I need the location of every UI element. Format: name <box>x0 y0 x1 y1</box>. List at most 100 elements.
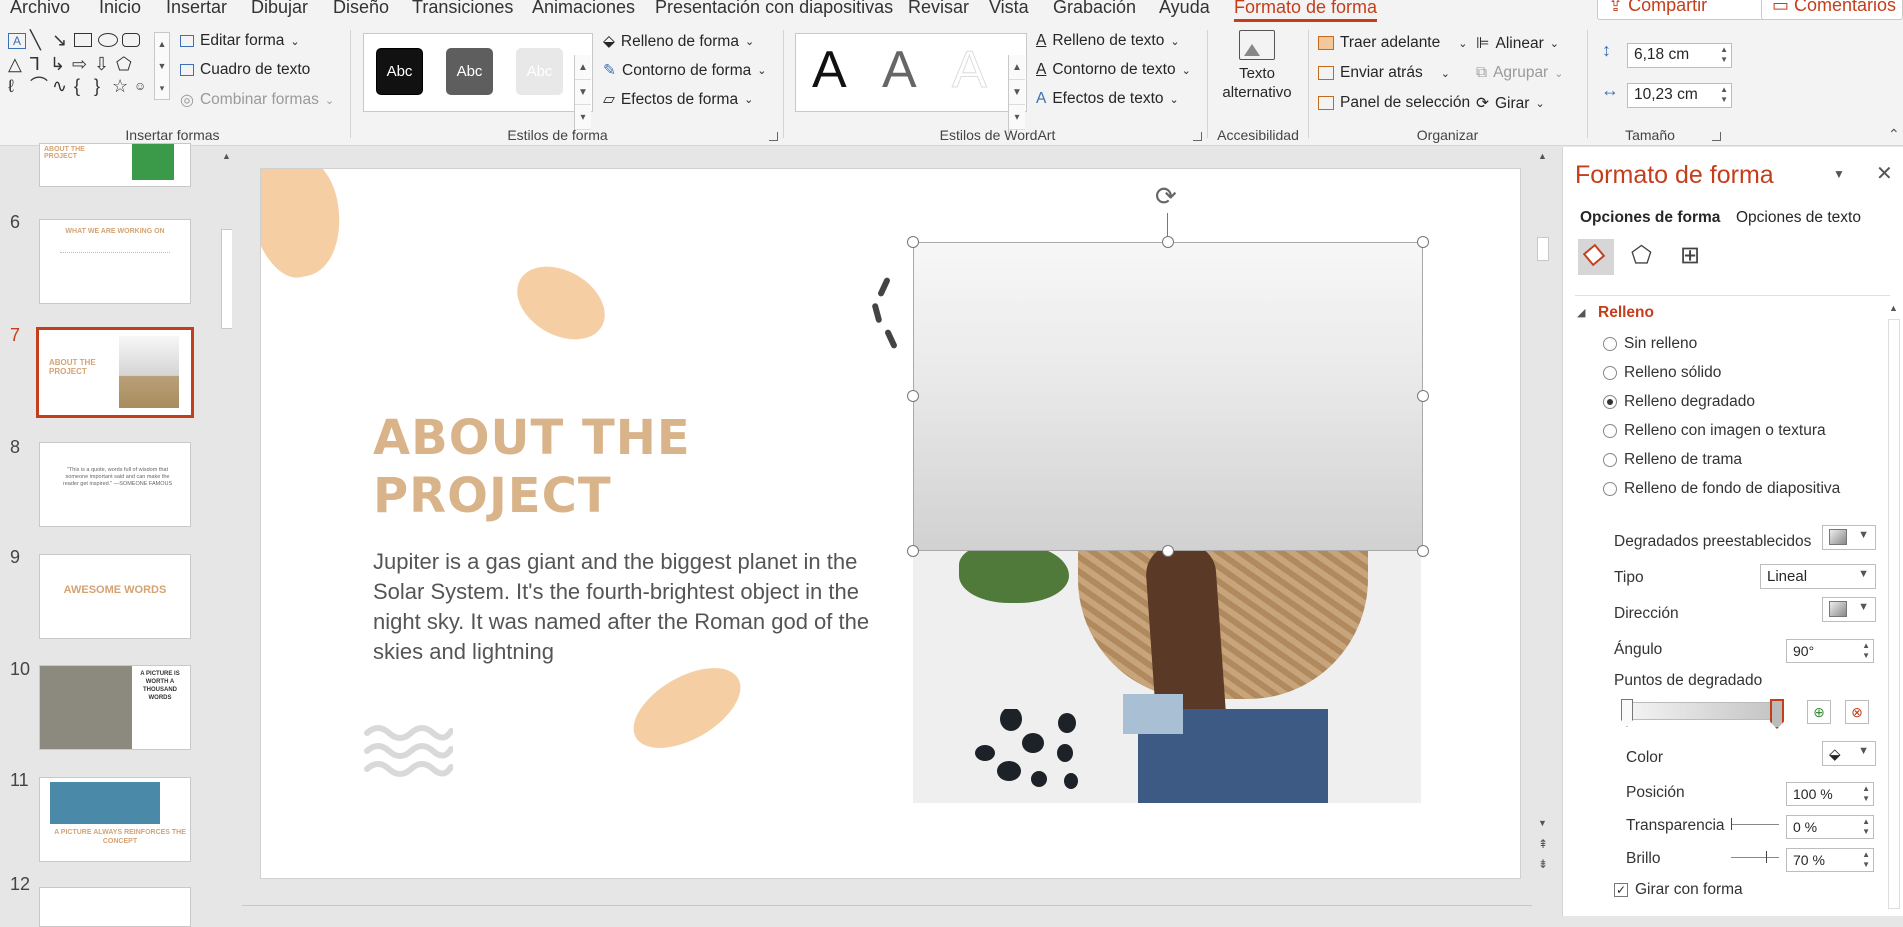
next-slide-icon[interactable]: ⇟ <box>1538 857 1548 871</box>
resize-handle-bottom-right[interactable] <box>1417 545 1429 557</box>
slide-body-text[interactable]: Jupiter is a gas giant and the biggest p… <box>373 547 883 667</box>
collapse-ribbon-icon[interactable]: ⌃ <box>1888 126 1900 143</box>
radio-background-fill[interactable] <box>1603 482 1617 496</box>
close-icon[interactable]: ✕ <box>1876 161 1893 186</box>
rotate-button[interactable]: ⟳ Girar ⌄ <box>1476 94 1545 113</box>
tab-animaciones[interactable]: Animaciones <box>532 0 635 18</box>
tab-formato-de-forma[interactable]: Formato de forma <box>1234 0 1378 22</box>
selected-gradient-rectangle[interactable] <box>913 242 1423 551</box>
rounded-rectangle-shape-icon[interactable] <box>122 33 140 47</box>
collapse-section-icon[interactable]: ◢ <box>1577 306 1585 319</box>
position-field[interactable]: 100 % ▲ ▼ <box>1786 782 1874 806</box>
wordart-scroll[interactable]: ▲ ▼ ▾ <box>1008 55 1025 134</box>
triangle-shape-icon[interactable]: △ <box>8 55 22 73</box>
tab-ayuda[interactable]: Ayuda <box>1159 0 1210 18</box>
tab-shape-options[interactable]: Opciones de forma <box>1580 209 1720 227</box>
oval-shape-icon[interactable] <box>98 33 118 47</box>
angle-field[interactable]: 90° ▲ ▼ <box>1786 639 1874 663</box>
flowchart-shape-icon[interactable]: ⬠ <box>116 55 132 73</box>
scroll-up-icon[interactable]: ▲ <box>1538 151 1547 161</box>
slide-thumbnail-11[interactable]: A PICTURE ALWAYS REINFORCES THE CONCEPT <box>39 777 191 862</box>
gradient-stops-bar[interactable] <box>1626 702 1776 720</box>
radio-picture-fill[interactable] <box>1603 424 1617 438</box>
scroll-up-icon[interactable]: ▲ <box>575 55 591 80</box>
line-shape-icon[interactable]: ╲ <box>30 31 41 49</box>
transparency-slider[interactable] <box>1731 824 1779 825</box>
shape-fill-button[interactable]: ⬙ Relleno de forma ⌄ <box>603 32 754 51</box>
slide-thumbnail-12[interactable] <box>39 887 191 927</box>
radio-solid-fill[interactable] <box>1603 366 1617 380</box>
wordart-style-black[interactable]: A <box>812 40 847 100</box>
shape-outline-button[interactable]: ✎ Contorno de forma ⌄ <box>603 61 766 80</box>
spinner-icon[interactable]: ▲ ▼ <box>1862 850 1870 870</box>
resize-handle-top[interactable] <box>1162 236 1174 248</box>
brightness-slider[interactable] <box>1731 857 1779 858</box>
brightness-slider-thumb[interactable] <box>1766 851 1767 863</box>
scrollbar-thumb[interactable] <box>1888 319 1900 909</box>
scrollbar-thumb[interactable] <box>1537 237 1549 261</box>
slide-thumbnail-7[interactable]: ABOUT THE PROJECT <box>36 327 194 418</box>
resize-handle-top-right[interactable] <box>1417 236 1429 248</box>
text-box-shape-icon[interactable]: A <box>8 33 26 49</box>
resize-handle-left[interactable] <box>907 390 919 402</box>
format-pane-scrollbar[interactable]: ▲ <box>1885 303 1903 916</box>
scroll-up-icon[interactable]: ▲ <box>1009 55 1025 80</box>
slide-thumbnail-5[interactable]: ABOUT THE PROJECT <box>39 143 191 187</box>
transparency-field[interactable]: 0 % ▲ ▼ <box>1786 815 1874 839</box>
selection-pane-button[interactable]: Panel de selección <box>1318 94 1470 112</box>
slide-7[interactable]: ABOUT THE PROJECT Jupiter is a gas giant… <box>260 168 1521 879</box>
shape-styles-dialog-launcher[interactable] <box>769 132 778 141</box>
spinner-icon[interactable]: ▲ ▼ <box>1720 45 1728 65</box>
spinner-icon[interactable]: ▲ ▼ <box>1720 85 1728 105</box>
shape-effects-button[interactable]: ▱ Efectos de forma ⌄ <box>603 90 753 109</box>
previous-slide-icon[interactable]: ⇞ <box>1538 837 1548 851</box>
shape-style-gray[interactable]: Abc <box>446 48 493 95</box>
group-button[interactable]: ⧉ Agrupar ⌄ <box>1476 64 1563 82</box>
right-arrow-shape-icon[interactable]: ⇨ <box>72 55 87 73</box>
tab-insertar[interactable]: Insertar <box>166 0 227 18</box>
shape-style-dark[interactable]: Abc <box>376 48 423 95</box>
rotate-handle-icon[interactable]: ⟳ <box>1155 183 1177 209</box>
curve-shape-icon[interactable]: ∿ <box>52 77 67 95</box>
merge-shapes-button[interactable]: ◎ Combinar formas ⌄ <box>180 90 334 110</box>
text-box-button[interactable]: Cuadro de texto <box>180 61 310 79</box>
spinner-icon[interactable]: ▲ ▼ <box>1862 817 1870 837</box>
slide-title[interactable]: ABOUT THE PROJECT <box>373 409 793 525</box>
text-outline-button[interactable]: A Contorno de texto ⌄ <box>1036 61 1191 79</box>
scroll-down-icon[interactable]: ▼ <box>1538 818 1547 828</box>
shapes-gallery[interactable]: A ╲ ↘ △ ⅂ ↳ ⇨ ⇩ ⬠ ℓ ⌒ ∿ { } ☆ ☺ <box>6 31 152 99</box>
resize-handle-top-left[interactable] <box>907 236 919 248</box>
tab-inicio[interactable]: Inicio <box>99 0 141 18</box>
resize-handle-right[interactable] <box>1417 390 1429 402</box>
size-dialog-launcher[interactable] <box>1712 132 1721 141</box>
radio-pattern-fill[interactable] <box>1603 453 1617 467</box>
rectangle-shape-icon[interactable] <box>74 33 92 47</box>
pane-options-chevron-icon[interactable]: ▼ <box>1833 167 1845 181</box>
comments-button[interactable]: ▭ Comentarios <box>1761 0 1903 20</box>
wordart-dialog-launcher[interactable] <box>1193 132 1202 141</box>
text-fill-button[interactable]: A Relleno de texto ⌄ <box>1036 32 1180 50</box>
resize-handle-bottom[interactable] <box>1162 545 1174 557</box>
share-button[interactable]: ⇪ Compartir <box>1597 0 1767 20</box>
tab-text-options[interactable]: Opciones de texto <box>1736 209 1861 227</box>
slide-thumbnail-6[interactable]: WHAT WE ARE WORKING ON <box>39 219 191 304</box>
shape-width-field[interactable]: 10,23 cm ▲ ▼ <box>1627 83 1732 108</box>
tab-diseno[interactable]: Diseño <box>333 0 389 18</box>
elbow-connector-shape-icon[interactable]: ⅂ <box>30 55 40 73</box>
gradient-type-dropdown[interactable]: Lineal ▼ <box>1760 564 1876 589</box>
send-backward-button[interactable]: Enviar atrás ⌄ <box>1318 64 1450 82</box>
right-brace-shape-icon[interactable]: } <box>94 77 100 95</box>
gradient-stop-0[interactable] <box>1621 699 1633 727</box>
brightness-field[interactable]: 70 % ▲ ▼ <box>1786 848 1874 872</box>
size-properties-icon[interactable]: ⊞ <box>1680 243 1700 269</box>
rotate-with-shape-checkbox[interactable]: ✓ <box>1614 883 1628 897</box>
gradient-stop-1-selected[interactable] <box>1770 699 1784 729</box>
shape-style-light[interactable]: Abc <box>516 48 563 95</box>
resize-handle-bottom-left[interactable] <box>907 545 919 557</box>
slide-thumbnail-9[interactable]: AWESOME WORDS <box>39 554 191 639</box>
scroll-down-icon[interactable]: ▼ <box>1009 80 1025 105</box>
align-button[interactable]: ⊫ Alinear ⌄ <box>1476 34 1559 53</box>
shapes-gallery-scroll[interactable]: ▲ ▼ ▾ <box>154 32 170 100</box>
scroll-up-icon[interactable]: ▲ <box>1889 303 1898 313</box>
wordart-style-gray[interactable]: A <box>882 40 917 100</box>
